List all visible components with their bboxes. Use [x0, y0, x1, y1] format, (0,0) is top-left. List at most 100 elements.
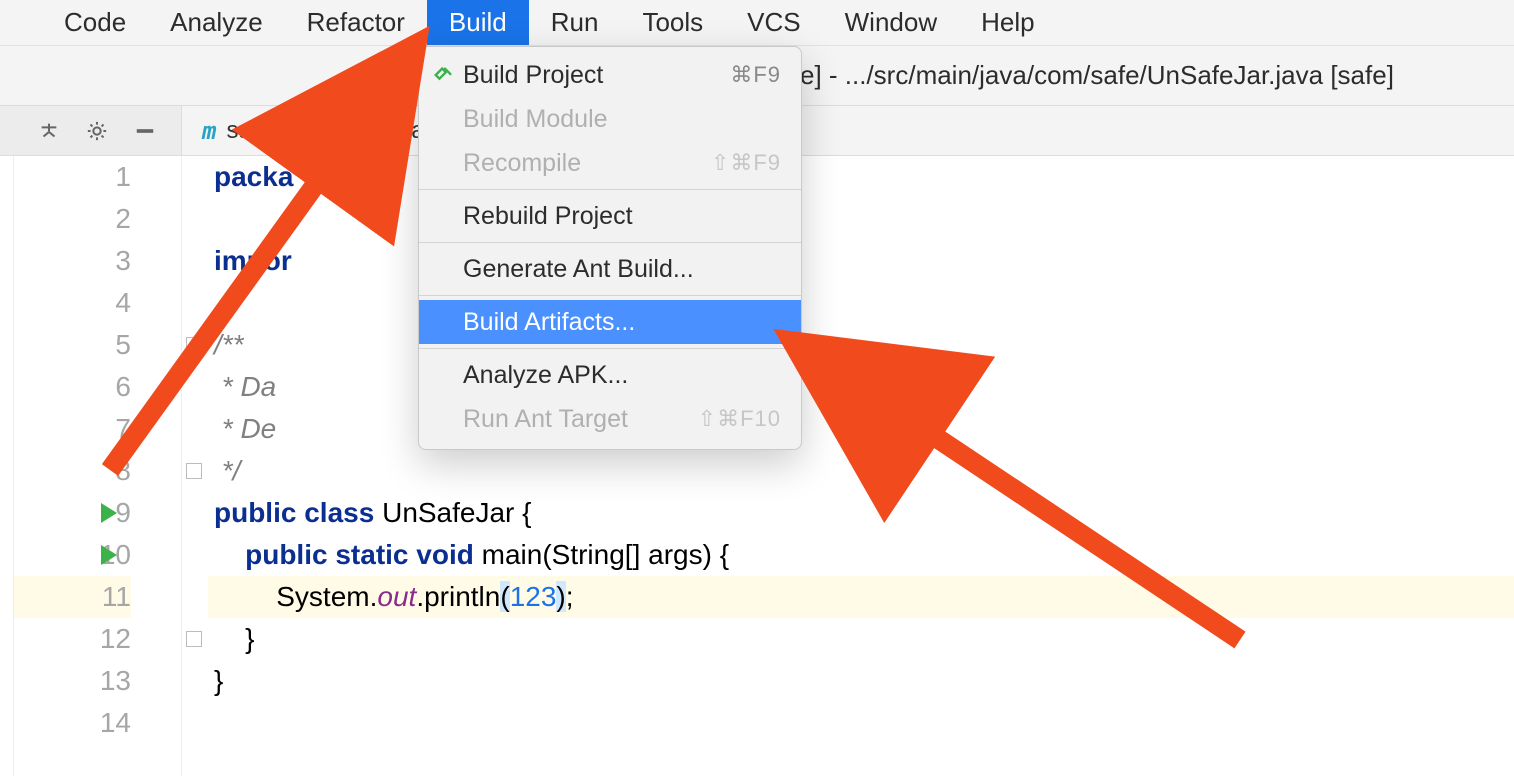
code-token: * Da: [214, 371, 276, 402]
gutter-line: 8: [14, 450, 131, 492]
code-token: packa: [214, 161, 293, 192]
code-token: impor: [214, 245, 292, 276]
menu-tools[interactable]: Tools: [620, 0, 725, 45]
editor-gutter: 1234567891011121314: [14, 156, 182, 776]
hide-icon[interactable]: [133, 119, 157, 143]
code-line[interactable]: public class UnSafeJar {: [208, 492, 1514, 534]
code-area[interactable]: packa impor /** * Da * De */ public class U…: [208, 156, 1514, 776]
menu-build[interactable]: Build: [427, 0, 529, 45]
menu-item-label: Tools: [642, 7, 703, 38]
line-number: 5: [71, 324, 131, 366]
code-token: public: [214, 497, 296, 528]
gutter-line: 10: [14, 534, 131, 576]
menu-help[interactable]: Help: [959, 0, 1056, 45]
menu-item-label: Build Project: [463, 61, 603, 90]
code-line[interactable]: [208, 282, 1514, 324]
code-token: ): [556, 581, 565, 612]
code-token: public: [245, 539, 327, 570]
fold-open-icon[interactable]: [186, 337, 202, 353]
run-gutter-icon[interactable]: [101, 545, 117, 565]
code-token: main(String[] args) {: [474, 539, 729, 570]
menu-item-build-module: Build Module: [419, 97, 801, 141]
editor-tab[interactable]: msafe ×: [182, 106, 315, 155]
menu-separator: [419, 189, 801, 190]
editor-tab-label: safe: [226, 117, 271, 145]
menu-refactor[interactable]: Refactor: [285, 0, 427, 45]
code-line[interactable]: impor: [208, 240, 1514, 282]
menu-item-label: Code: [64, 7, 126, 38]
line-number: 12: [71, 618, 131, 660]
menu-item-shortcut: ⇧⌘F10: [698, 406, 781, 432]
tool-icon-group: [0, 106, 182, 155]
menu-separator: [419, 348, 801, 349]
gutter-line: 7: [14, 408, 131, 450]
gutter-line: 6: [14, 366, 131, 408]
code-token: out: [377, 581, 416, 612]
code-token: }: [214, 623, 254, 654]
line-number: 4: [71, 282, 131, 324]
code-line[interactable]: * Da: [208, 366, 1514, 408]
code-token: UnSafeJar {: [374, 497, 531, 528]
menu-item-build-artifacts[interactable]: Build Artifacts...: [419, 300, 801, 344]
menu-item-analyze-apk[interactable]: Analyze APK...: [419, 353, 801, 397]
menu-item-build-project[interactable]: Build Project ⌘F9: [419, 53, 801, 97]
line-number: 7: [71, 408, 131, 450]
gutter-line: 9: [14, 492, 131, 534]
code-token: System.: [214, 581, 377, 612]
menu-item-run-ant-target: Run Ant Target⇧⌘F10: [419, 397, 801, 441]
build-menu-dropdown: Build Project ⌘F9 Build ModuleRecompile⇧⌘F…: [418, 46, 802, 450]
line-number: 8: [71, 450, 131, 492]
navigation-path-text: e] - .../src/main/java/com/safe/UnSafeJa…: [800, 60, 1394, 91]
code-token: static: [335, 539, 408, 570]
menu-vcs[interactable]: VCS: [725, 0, 822, 45]
fold-close-icon[interactable]: [186, 631, 202, 647]
code-line[interactable]: [208, 198, 1514, 240]
module-icon: m: [202, 117, 216, 145]
editor-left-strip: [0, 156, 14, 776]
code-line[interactable]: /**: [208, 324, 1514, 366]
code-token: }: [214, 665, 223, 696]
code-token: 123: [510, 581, 557, 612]
code-line[interactable]: * De: [208, 408, 1514, 450]
gutter-line: 13: [14, 660, 131, 702]
menu-item-shortcut: ⇧⌘F9: [711, 150, 781, 176]
code-token: .println: [416, 581, 500, 612]
run-gutter-icon[interactable]: [101, 503, 117, 523]
menu-item-recompile: Recompile⇧⌘F9: [419, 141, 801, 185]
menu-item-label: Analyze: [170, 7, 263, 38]
gear-icon[interactable]: [85, 119, 109, 143]
code-line[interactable]: [208, 702, 1514, 744]
fold-close-icon[interactable]: [186, 463, 202, 479]
code-token: void: [416, 539, 474, 570]
expand-settings-icon[interactable]: [37, 119, 61, 143]
gutter-line: 4: [14, 282, 131, 324]
menu-item-shortcut: ⌘F9: [730, 62, 781, 88]
code-line[interactable]: packa: [208, 156, 1514, 198]
menu-item-label: Run: [551, 7, 599, 38]
code-line[interactable]: }: [208, 660, 1514, 702]
code-token: /**: [214, 329, 244, 360]
menu-item-label: Refactor: [307, 7, 405, 38]
menu-item-label: Analyze APK...: [463, 361, 628, 390]
line-number: 13: [71, 660, 131, 702]
menu-item-generate-ant-build[interactable]: Generate Ant Build...: [419, 247, 801, 291]
line-number: 6: [71, 366, 131, 408]
gutter-line: 14: [14, 702, 131, 744]
menu-run[interactable]: Run: [529, 0, 621, 45]
menu-window[interactable]: Window: [823, 0, 959, 45]
gutter-line: 5: [14, 324, 131, 366]
menu-item-label: Build: [449, 7, 507, 38]
java-class-icon: [335, 117, 355, 145]
menu-analyze[interactable]: Analyze: [148, 0, 285, 45]
code-line[interactable]: System.out.println(123);: [208, 576, 1514, 618]
menu-item-rebuild-project[interactable]: Rebuild Project: [419, 194, 801, 238]
code-line[interactable]: }: [208, 618, 1514, 660]
menu-code[interactable]: Code: [42, 0, 148, 45]
code-token: */: [214, 455, 240, 486]
menu-item-label: VCS: [747, 7, 800, 38]
code-line[interactable]: public static void main(String[] args) {: [208, 534, 1514, 576]
menu-item-label: Window: [845, 7, 937, 38]
menu-item-label: Help: [981, 7, 1034, 38]
close-icon[interactable]: ×: [282, 119, 294, 142]
code-line[interactable]: */: [208, 450, 1514, 492]
